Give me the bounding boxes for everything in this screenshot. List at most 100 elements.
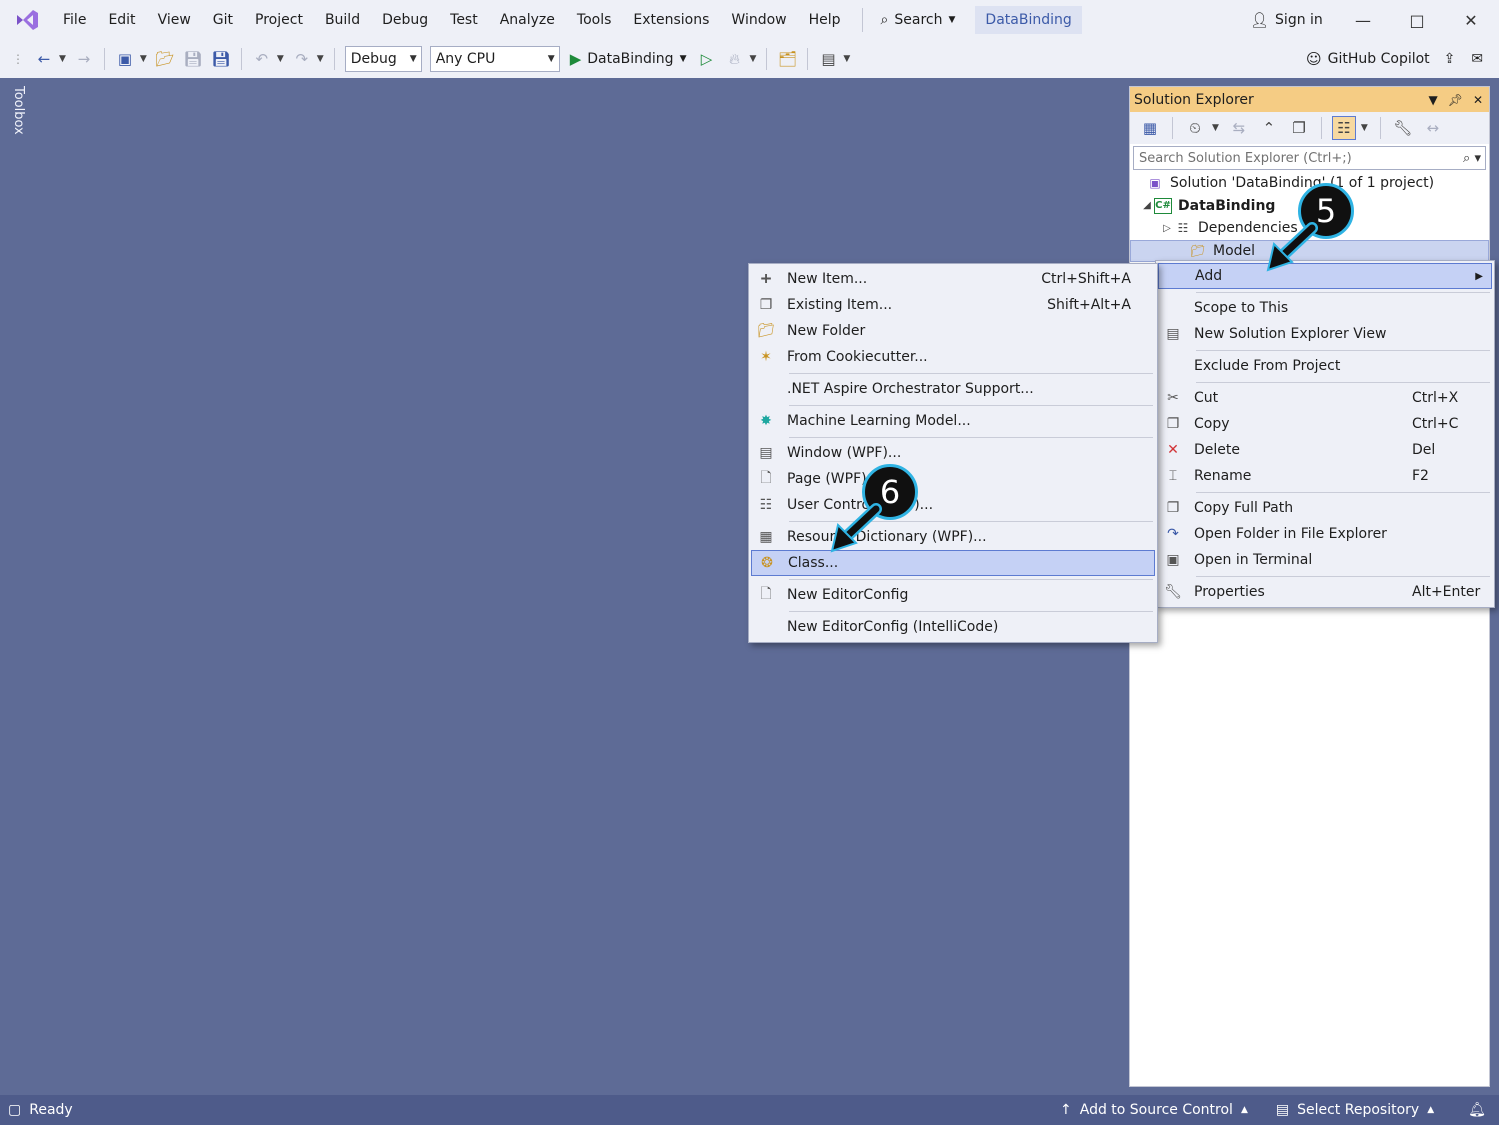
ml-model-icon: ✸ (760, 413, 772, 429)
menu-extensions[interactable]: Extensions (622, 0, 720, 40)
properties-wrench-icon[interactable]: 🔧︎ (1391, 116, 1415, 140)
menu-view[interactable]: View (147, 0, 202, 40)
navigate-back-icon[interactable]: ← (32, 47, 56, 71)
menu-divider (789, 437, 1153, 438)
configuration-dropdown[interactable]: Debug ▼ (344, 46, 422, 72)
save-all-icon[interactable]: 💾︎ (209, 47, 233, 71)
menu-item-open-in-terminal[interactable]: ▣ Open in Terminal (1158, 547, 1492, 573)
undo-icon[interactable]: ↶ (250, 47, 274, 71)
open-folder-icon[interactable]: 📂︎ (153, 47, 177, 71)
share-icon[interactable]: ⇪ (1444, 51, 1456, 67)
chevron-down-icon[interactable]: ▼ (1212, 123, 1219, 133)
menu-build[interactable]: Build (314, 0, 371, 40)
toolbar-grip[interactable]: ⋮ (12, 52, 24, 66)
expand-arrow-icon[interactable]: ◢ (1140, 200, 1154, 211)
menu-project[interactable]: Project (244, 0, 314, 40)
menu-divider (1196, 382, 1490, 383)
menu-item-cut[interactable]: ✂︎ Cut Ctrl+X (1158, 385, 1492, 411)
start-debugging-button[interactable]: ▶ DataBinding ▼ (570, 50, 687, 68)
solution-name-badge[interactable]: DataBinding (975, 6, 1082, 34)
menu-item-existing-item[interactable]: ❐ Existing Item... Shift+Alt+A (751, 292, 1155, 318)
menu-help[interactable]: Help (798, 0, 852, 40)
menu-item-delete[interactable]: ✕ Delete Del (1158, 437, 1492, 463)
menu-item-rename[interactable]: ⌶ Rename F2 (1158, 463, 1492, 489)
menu-divider (789, 373, 1153, 374)
search-icon[interactable]: ⌕ ▾ (1463, 151, 1481, 166)
pending-changes-filter-icon[interactable]: ⏲︎ (1183, 116, 1207, 140)
menu-item-from-cookiecutter[interactable]: ✶ From Cookiecutter... (751, 344, 1155, 370)
github-copilot-button[interactable]: ☺︎ GitHub Copilot ⇪ ✉ (1306, 40, 1483, 78)
file-nesting-icon[interactable]: ☷ (1331, 116, 1356, 140)
redo-icon[interactable]: ↷ (290, 47, 314, 71)
menu-item-machine-learning-model[interactable]: ✸ Machine Learning Model... (751, 408, 1155, 434)
preview-selected-items-icon[interactable]: ↔ (1421, 116, 1445, 140)
minimize-button[interactable]: — (1336, 0, 1390, 40)
feedback-icon[interactable]: ✉ (1471, 51, 1483, 67)
chevron-down-icon[interactable]: ▼ (277, 54, 284, 64)
menu-analyze[interactable]: Analyze (489, 0, 566, 40)
run-target-label: DataBinding (587, 51, 674, 67)
navigate-forward-icon[interactable]: → (72, 47, 96, 71)
menu-item-new-editorconfig[interactable]: 🗋︎ New EditorConfig (751, 582, 1155, 608)
close-icon[interactable]: ✕ (1473, 93, 1483, 107)
sync-active-document-icon[interactable]: ⇆ (1227, 116, 1251, 140)
menu-item-copy-full-path[interactable]: ❐ Copy Full Path (1158, 495, 1492, 521)
close-button[interactable]: ✕ (1444, 0, 1498, 40)
switch-views-icon[interactable]: ▦ (1138, 116, 1162, 140)
new-project-icon[interactable]: ▣ (113, 47, 137, 71)
shortcut: Del (1412, 442, 1436, 458)
menu-item-exclude-from-project[interactable]: Exclude From Project (1158, 353, 1492, 379)
menu-test[interactable]: Test (439, 0, 489, 40)
new-folder-icon: 📁︎ (757, 323, 775, 339)
notification-bell-icon[interactable]: 🔔︎ (1468, 1102, 1486, 1118)
save-icon[interactable]: 💾︎ (181, 47, 205, 71)
menu-tools[interactable]: Tools (566, 0, 623, 40)
menu-edit[interactable]: Edit (97, 0, 146, 40)
toolbox-label[interactable]: Toolbox (11, 86, 26, 135)
browse-folder-icon[interactable]: 🗂︎ (775, 47, 799, 71)
select-repository-button[interactable]: ▤ Select Repository ▲ (1276, 1102, 1434, 1118)
menu-file[interactable]: File (52, 0, 97, 40)
menu-item-scope-to-this[interactable]: Scope to This (1158, 295, 1492, 321)
chevron-down-icon[interactable]: ▼ (317, 54, 324, 64)
menu-git[interactable]: Git (202, 0, 244, 40)
menu-item-properties[interactable]: 🔧︎ Properties Alt+Enter (1158, 579, 1492, 605)
wrench-icon: 🔧︎ (1164, 584, 1182, 600)
sign-in-button[interactable]: 👤︎ Sign in (1250, 0, 1323, 40)
window-position-icon[interactable]: ▼ (1428, 93, 1437, 107)
menu-window[interactable]: Window (720, 0, 797, 40)
toolbox-tab[interactable] (0, 78, 36, 1095)
solution-explorer-search-input[interactable]: Search Solution Explorer (Ctrl+;) ⌕ ▾ (1133, 146, 1486, 170)
menu-item-new-item[interactable]: ➕︎ New Item... Ctrl+Shift+A (751, 266, 1155, 292)
chevron-down-icon[interactable]: ▼ (1361, 123, 1368, 133)
platform-dropdown[interactable]: Any CPU ▼ (429, 46, 560, 72)
menu-item-user-control-wpf[interactable]: ☷ User Control (WPF)... (751, 492, 1155, 518)
menu-item-window-wpf[interactable]: ▤ Window (WPF)... (751, 440, 1155, 466)
toolbar-overflow-icon[interactable]: ▼ (843, 54, 850, 64)
menu-item-new-solution-explorer-view[interactable]: ▤ New Solution Explorer View (1158, 321, 1492, 347)
chevron-down-icon[interactable]: ▼ (140, 54, 147, 64)
menu-item-copy[interactable]: ❐ Copy Ctrl+C (1158, 411, 1492, 437)
menu-item-open-folder-in-file-explorer[interactable]: ↷ Open Folder in File Explorer (1158, 521, 1492, 547)
maximize-button[interactable]: □ (1390, 0, 1444, 40)
collapse-arrow-icon[interactable]: ▷ (1160, 223, 1174, 234)
collapse-all-icon[interactable]: ⌃ (1257, 116, 1281, 140)
menu-item-page-wpf[interactable]: 🗋︎ Page (WPF)... (751, 466, 1155, 492)
menu-item-resource-dictionary-wpf[interactable]: ▦ Resource Dictionary (WPF)... (751, 524, 1155, 550)
menu-item-new-editorconfig-intellicode[interactable]: New EditorConfig (IntelliCode) (751, 614, 1155, 640)
menu-item-new-folder[interactable]: 📁︎ New Folder (751, 318, 1155, 344)
start-without-debugging-icon[interactable]: ▷ (695, 47, 719, 71)
chevron-down-icon[interactable]: ▼ (59, 54, 66, 64)
chevron-down-icon[interactable]: ▼ (750, 54, 757, 64)
search-button[interactable]: ⌕ Search ▼ (873, 0, 964, 40)
window-layout-icon[interactable]: ▤ (816, 47, 840, 71)
menu-item-aspire-orchestrator[interactable]: .NET Aspire Orchestrator Support... (751, 376, 1155, 402)
add-to-source-control-button[interactable]: ↑ Add to Source Control ▲ (1060, 1102, 1248, 1118)
pin-icon[interactable]: 📌︎ (1448, 93, 1463, 107)
hot-reload-icon[interactable]: 🔥︎ (723, 47, 747, 71)
menu-item-class[interactable]: ❂ Class... (751, 550, 1155, 576)
menu-debug[interactable]: Debug (371, 0, 439, 40)
show-all-files-icon[interactable]: ❐ (1287, 116, 1311, 140)
menu-item-add[interactable]: Add ▶ (1158, 263, 1492, 289)
visual-studio-logo-icon[interactable] (12, 5, 42, 35)
